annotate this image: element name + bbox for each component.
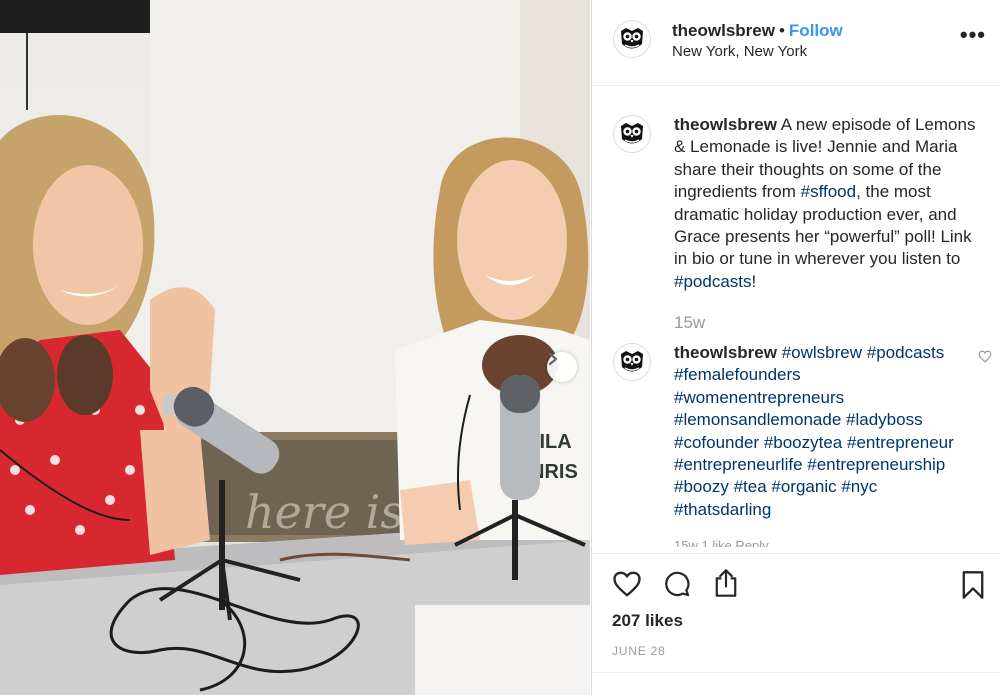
location-link[interactable]: New York, New York	[672, 43, 807, 60]
sign-text: here is	[245, 485, 404, 539]
chevron-right-icon	[548, 352, 558, 366]
post-date: JUNE 28	[612, 644, 666, 658]
caption-username[interactable]: theowlsbrew	[674, 115, 777, 134]
heart-icon[interactable]	[612, 570, 642, 598]
header-username[interactable]: theowlsbrew	[672, 21, 775, 40]
avatar[interactable]	[613, 20, 651, 58]
bookmark-icon[interactable]	[961, 570, 985, 600]
hashtag-link[interactable]: #entrepreneurship	[807, 455, 945, 474]
hashtag-comment-text: theowlsbrew #owlsbrew #podcasts #femalef…	[674, 342, 974, 521]
hashtag-link[interactable]: #boozytea	[764, 433, 842, 452]
hashtag-link[interactable]: #nyc	[841, 477, 877, 496]
hashtag-link[interactable]: #podcasts	[674, 272, 752, 291]
hashtag-link[interactable]: #organic	[771, 477, 836, 496]
hashtag-link[interactable]: #womenentrepreneurs	[674, 388, 844, 407]
likes-count[interactable]: 207 likes	[612, 611, 683, 631]
post-sidebar: theowlsbrew • Follow New York, New York ••…	[591, 0, 1000, 695]
comment-like-heart-icon[interactable]	[978, 350, 992, 363]
comment-meta: 15w 1 like Reply	[674, 539, 769, 547]
post-actions: 207 likes JUNE 28	[592, 553, 1000, 695]
owl-logo-icon	[621, 123, 643, 144]
hashtag-link[interactable]: #owlsbrew	[782, 343, 862, 362]
owl-logo-icon	[621, 351, 643, 372]
hashtag-link[interactable]: #ladyboss	[846, 410, 923, 429]
separator-dot: •	[778, 21, 785, 40]
caption-text: theowlsbrew A new episode of Lemons & Le…	[674, 114, 984, 293]
post-photo[interactable]: here is UILA NRIS	[0, 0, 590, 695]
hashtag-link[interactable]: #entrepreneurlife	[674, 455, 803, 474]
hashtag-link[interactable]: #femalefounders	[674, 365, 801, 384]
more-options-button[interactable]: •••	[960, 24, 986, 46]
caption-part: !	[751, 271, 757, 291]
comments-list[interactable]: theowlsbrew A new episode of Lemons & Le…	[592, 87, 1000, 551]
hashtag-link[interactable]: #boozy	[674, 477, 729, 496]
hashtag-link[interactable]: #tea	[734, 477, 767, 496]
avatar[interactable]	[613, 343, 651, 381]
comment-icon[interactable]	[663, 570, 691, 598]
hashtag-link[interactable]: #podcasts	[867, 343, 945, 362]
owl-logo-icon	[621, 28, 643, 49]
comment-username[interactable]: theowlsbrew	[674, 343, 777, 362]
post-header: theowlsbrew • Follow New York, New York ••…	[592, 0, 1000, 86]
carousel-next-button[interactable]	[547, 352, 577, 382]
hashtag-link[interactable]: #cofounder	[674, 433, 759, 452]
header-username-row: theowlsbrew • Follow	[672, 21, 843, 41]
follow-button[interactable]: Follow	[789, 21, 843, 40]
hashtag-link[interactable]: #entrepreneur	[847, 433, 954, 452]
podcast-photo-illustration: here is UILA NRIS	[0, 0, 590, 695]
share-icon[interactable]	[712, 568, 740, 598]
hashtag-link[interactable]: #thatsdarling	[674, 500, 771, 519]
hashtag-link[interactable]: #lemonsandlemonade	[674, 410, 841, 429]
caption-timestamp[interactable]: 15w	[674, 313, 705, 333]
hashtag-link[interactable]: #sffood	[801, 182, 856, 201]
avatar[interactable]	[613, 115, 651, 153]
divider	[592, 672, 1000, 673]
